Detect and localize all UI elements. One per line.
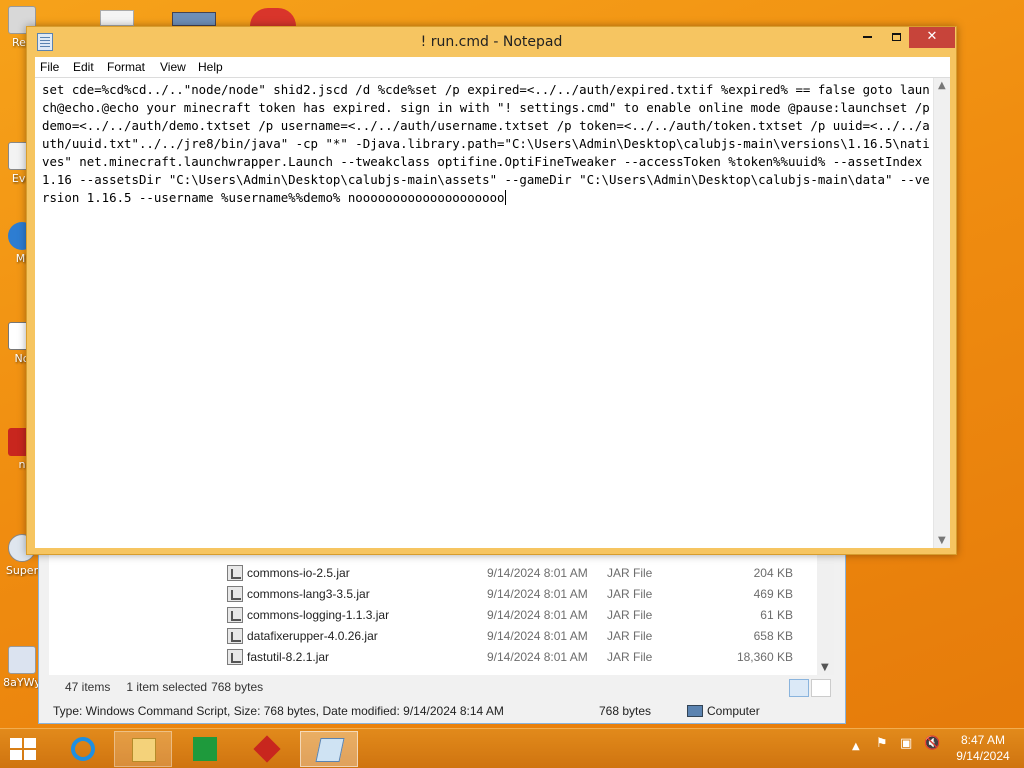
jar-file-icon bbox=[227, 649, 243, 665]
windows-logo-icon bbox=[24, 738, 36, 748]
image-file-icon bbox=[8, 646, 36, 674]
file-name: commons-lang3-3.5.jar bbox=[247, 587, 370, 601]
file-list[interactable]: commons-io-2.5.jar 9/14/2024 8:01 AM JAR… bbox=[219, 547, 817, 675]
computer-icon bbox=[687, 705, 703, 717]
item-count: 47 items bbox=[65, 680, 111, 694]
large-icons-view-button[interactable] bbox=[811, 679, 831, 697]
show-hidden-icons-icon[interactable]: ▲ bbox=[852, 741, 860, 752]
file-date: 9/14/2024 8:01 AM bbox=[487, 587, 588, 601]
file-list-scrollbar[interactable]: ▼ bbox=[817, 547, 834, 675]
details-size: 768 bytes bbox=[599, 704, 652, 718]
scroll-up-icon[interactable]: ▲ bbox=[938, 80, 946, 91]
file-row[interactable]: commons-logging-1.1.3.jar 9/14/2024 8:01… bbox=[227, 605, 807, 625]
maximize-icon bbox=[891, 32, 901, 41]
red-app-icon bbox=[253, 735, 281, 763]
explorer-status-bar: 47 items 1 item selected 768 bytes bbox=[49, 677, 829, 697]
jar-file-icon bbox=[227, 565, 243, 581]
text-caret bbox=[504, 190, 506, 205]
notepad-window[interactable]: ! run.cmd - Notepad ✕ File Edit Format V… bbox=[26, 26, 957, 555]
network-icon[interactable]: ▣ bbox=[900, 736, 912, 751]
taskbar-notepad[interactable] bbox=[300, 731, 358, 767]
file-type: JAR File bbox=[607, 650, 653, 664]
close-icon: ✕ bbox=[926, 29, 938, 44]
menu-file[interactable]: File bbox=[40, 60, 59, 74]
editor-vertical-scrollbar[interactable]: ▲ ▼ bbox=[933, 78, 950, 548]
file-type: JAR File bbox=[607, 566, 653, 580]
file-date: 9/14/2024 8:01 AM bbox=[487, 650, 588, 664]
details-text: Type: Windows Command Script, Size: 768 … bbox=[53, 704, 504, 718]
file-size: 658 KB bbox=[753, 629, 793, 643]
file-name: commons-logging-1.1.3.jar bbox=[247, 608, 390, 622]
system-clock[interactable]: 8:47 AM 9/14/2024 bbox=[948, 732, 1018, 764]
scroll-down-icon[interactable]: ▼ bbox=[938, 535, 946, 546]
file-explorer-window[interactable]: commons-io-2.5.jar 9/14/2024 8:01 AM JAR… bbox=[38, 540, 846, 724]
editor-content[interactable]: set cde=%cd%cd../.."node/node" shid2.jsc… bbox=[42, 81, 932, 207]
file-type: JAR File bbox=[607, 587, 653, 601]
close-button[interactable]: ✕ bbox=[909, 27, 955, 48]
file-size: 469 KB bbox=[753, 587, 793, 601]
desktop-icon-partial-1[interactable] bbox=[100, 10, 134, 26]
scroll-down-icon[interactable]: ▼ bbox=[821, 662, 829, 673]
file-size: 18,360 KB bbox=[736, 650, 793, 664]
file-size: 204 KB bbox=[753, 566, 793, 580]
file-type: JAR File bbox=[607, 629, 653, 643]
file-row[interactable]: datafixerupper-4.0.26.jar 9/14/2024 8:01… bbox=[227, 626, 807, 646]
windows-logo-icon bbox=[10, 738, 22, 748]
action-center-flag-icon[interactable]: ⚑ bbox=[876, 736, 888, 751]
folder-icon bbox=[132, 738, 156, 762]
menu-edit[interactable]: Edit bbox=[73, 60, 94, 74]
taskbar-store[interactable] bbox=[176, 731, 234, 767]
navigation-pane[interactable] bbox=[49, 547, 219, 675]
file-name: commons-io-2.5.jar bbox=[247, 566, 350, 580]
menu-format[interactable]: Format bbox=[107, 60, 145, 74]
clock-time: 8:47 AM bbox=[960, 733, 1006, 747]
minimize-icon bbox=[862, 35, 872, 38]
file-row[interactable]: commons-lang3-3.5.jar 9/14/2024 8:01 AM … bbox=[227, 584, 807, 604]
title-bar[interactable]: ! run.cmd - Notepad ✕ bbox=[27, 27, 956, 57]
taskbar: ▲ ⚑ ▣ 🔇 8:47 AM 9/14/2024 bbox=[0, 728, 1024, 768]
file-name: datafixerupper-4.0.26.jar bbox=[247, 629, 378, 643]
window-title: ! run.cmd - Notepad bbox=[420, 34, 563, 50]
menu-view[interactable]: View bbox=[160, 60, 186, 74]
taskbar-internet-explorer[interactable] bbox=[54, 731, 112, 767]
jar-file-icon bbox=[227, 628, 243, 644]
menu-help[interactable]: Help bbox=[198, 60, 223, 74]
desktop-icon-partial-3[interactable] bbox=[250, 8, 296, 26]
start-button[interactable] bbox=[10, 738, 38, 760]
explorer-details-bar: Type: Windows Command Script, Size: 768 … bbox=[49, 701, 835, 721]
jar-file-icon bbox=[227, 607, 243, 623]
text-editor[interactable]: set cde=%cd%cd../.."node/node" shid2.jsc… bbox=[35, 77, 950, 548]
details-location: Computer bbox=[707, 704, 760, 718]
maximize-button[interactable] bbox=[882, 27, 910, 48]
file-type: JAR File bbox=[607, 608, 653, 622]
windows-logo-icon bbox=[10, 750, 22, 760]
clock-date: 9/14/2024 bbox=[956, 749, 1010, 763]
windows-logo-icon bbox=[24, 750, 36, 760]
editor-text: set cde=%cd%cd../.."node/node" shid2.jsc… bbox=[42, 82, 930, 205]
file-name: fastutil-8.2.1.jar bbox=[247, 650, 330, 664]
store-icon bbox=[193, 737, 217, 761]
file-date: 9/14/2024 8:01 AM bbox=[487, 566, 588, 580]
desktop-icon-partial-2[interactable] bbox=[172, 12, 216, 26]
notepad-icon bbox=[315, 738, 345, 762]
file-date: 9/14/2024 8:01 AM bbox=[487, 608, 588, 622]
file-row[interactable]: commons-io-2.5.jar 9/14/2024 8:01 AM JAR… bbox=[227, 563, 807, 583]
minimize-button[interactable] bbox=[852, 27, 882, 48]
taskbar-red-app[interactable] bbox=[238, 731, 296, 767]
file-date: 9/14/2024 8:01 AM bbox=[487, 629, 588, 643]
jar-file-icon bbox=[227, 586, 243, 602]
details-view-button[interactable] bbox=[789, 679, 809, 697]
file-size: 61 KB bbox=[760, 608, 793, 622]
selection-count: 1 item selected bbox=[126, 680, 208, 694]
taskbar-file-explorer[interactable] bbox=[114, 731, 172, 767]
internet-explorer-icon bbox=[71, 737, 95, 761]
selection-size: 768 bytes bbox=[211, 680, 264, 694]
file-row[interactable]: fastutil-8.2.1.jar 9/14/2024 8:01 AM JAR… bbox=[227, 647, 807, 667]
menu-bar: File Edit Format View Help bbox=[35, 57, 950, 77]
volume-muted-icon[interactable]: 🔇 bbox=[924, 736, 940, 751]
